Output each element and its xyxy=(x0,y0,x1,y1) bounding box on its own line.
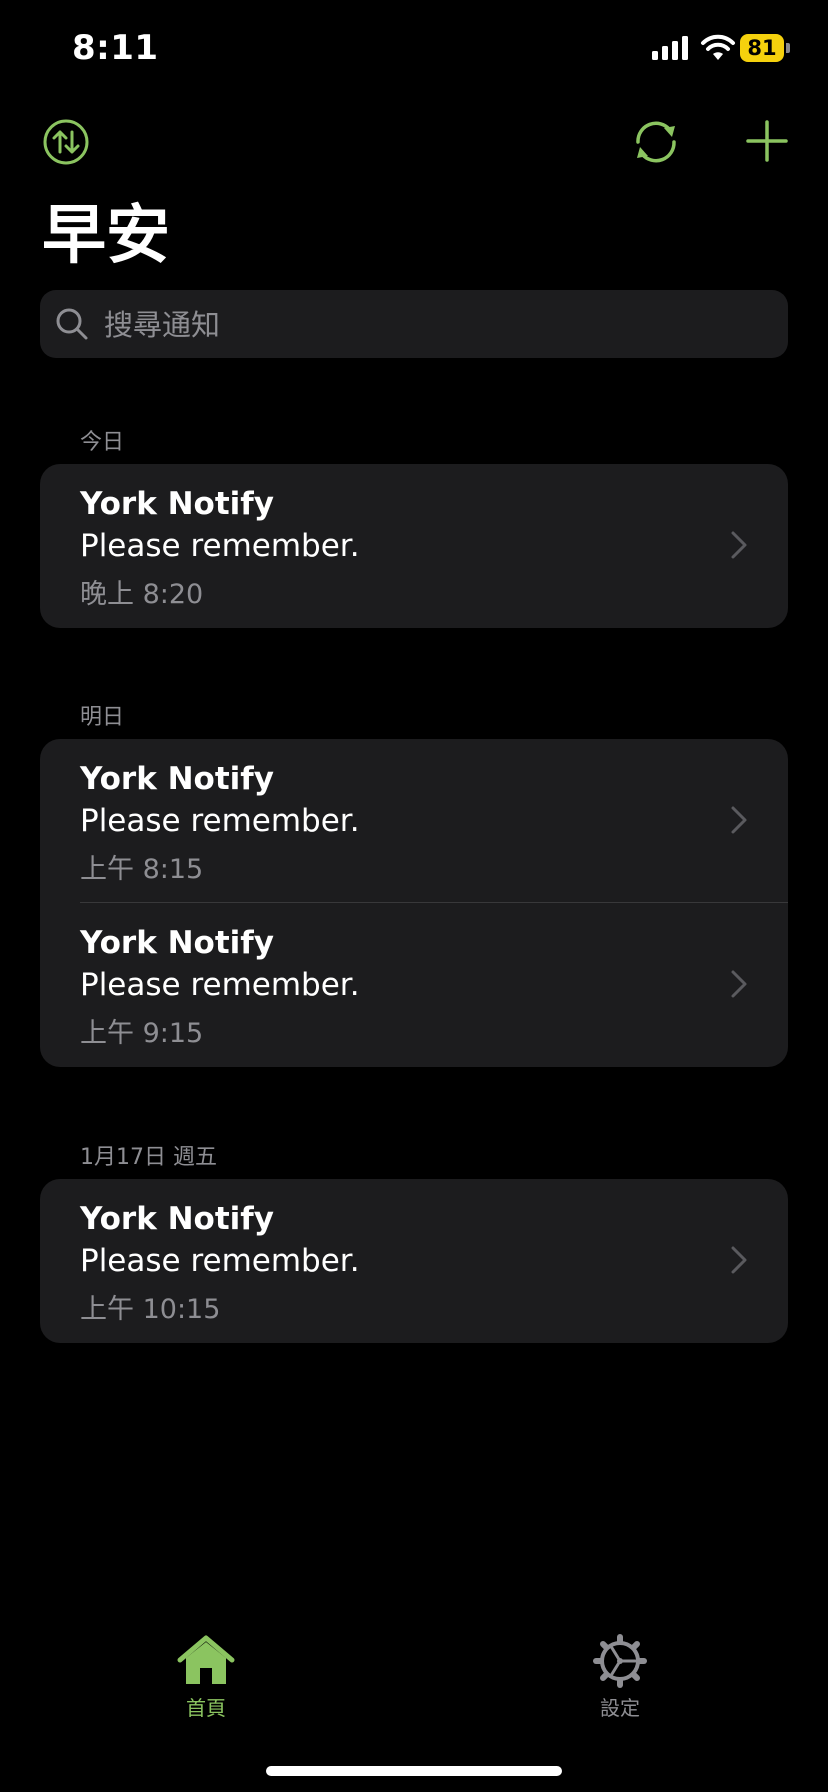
notification-card: York Notify Please remember. 晚上 8:20 xyxy=(40,464,788,628)
sort-toggle-icon[interactable] xyxy=(42,118,90,166)
notification-message: Please remember. xyxy=(80,967,360,1003)
search-bar[interactable] xyxy=(40,290,788,360)
notification-time: 上午 10:15 xyxy=(80,1294,221,1325)
notification-row[interactable]: York Notify Please remember. 晚上 8:20 xyxy=(40,464,788,628)
tab-settings[interactable]: 設定 xyxy=(560,1634,680,1721)
home-icon xyxy=(177,1635,235,1684)
notification-card: York Notify Please remember. 上午 10:15 xyxy=(40,1179,788,1343)
sync-icon[interactable] xyxy=(628,116,684,168)
notification-time: 晚上 8:20 xyxy=(80,579,204,610)
home-indicator xyxy=(266,1766,562,1776)
add-icon[interactable] xyxy=(744,118,790,164)
notification-row[interactable]: York Notify Please remember. 上午 8:15 xyxy=(40,739,788,903)
gear-icon xyxy=(593,1634,647,1688)
notification-app: York Notify xyxy=(80,761,274,797)
section-label-today: 今日 xyxy=(80,430,125,455)
search-input[interactable] xyxy=(102,290,766,360)
notification-message: Please remember. xyxy=(80,1243,360,1279)
cellular-signal-icon xyxy=(652,36,688,60)
notification-message: Please remember. xyxy=(80,803,360,839)
status-time: 8:11 xyxy=(72,28,159,68)
status-bar: 8:11 81 xyxy=(0,0,828,100)
notification-app: York Notify xyxy=(80,1201,274,1237)
tab-settings-label: 設定 xyxy=(600,1696,640,1720)
notification-time: 上午 8:15 xyxy=(80,854,204,885)
wifi-icon xyxy=(701,34,735,60)
search-icon xyxy=(56,308,88,340)
notification-card: York Notify Please remember. 上午 8:15 Yor… xyxy=(40,739,788,1067)
tab-home[interactable]: 首頁 xyxy=(146,1634,266,1721)
battery-level: 81 xyxy=(740,34,784,62)
chevron-right-icon xyxy=(731,1246,747,1274)
section-label-date: 1月17日 週五 xyxy=(80,1145,217,1170)
chevron-right-icon xyxy=(731,531,747,559)
section-label-tomorrow: 明日 xyxy=(80,705,125,730)
notification-app: York Notify xyxy=(80,925,274,961)
page-title: 早安 xyxy=(42,199,170,273)
battery-icon: 81 xyxy=(740,34,792,62)
chevron-right-icon xyxy=(731,970,747,998)
tab-home-label: 首頁 xyxy=(186,1696,226,1720)
notification-message: Please remember. xyxy=(80,528,360,564)
notification-time: 上午 9:15 xyxy=(80,1018,204,1049)
chevron-right-icon xyxy=(731,806,747,834)
notification-row[interactable]: York Notify Please remember. 上午 10:15 xyxy=(40,1179,788,1343)
notification-row[interactable]: York Notify Please remember. 上午 9:15 xyxy=(40,903,788,1067)
notification-app: York Notify xyxy=(80,486,274,522)
